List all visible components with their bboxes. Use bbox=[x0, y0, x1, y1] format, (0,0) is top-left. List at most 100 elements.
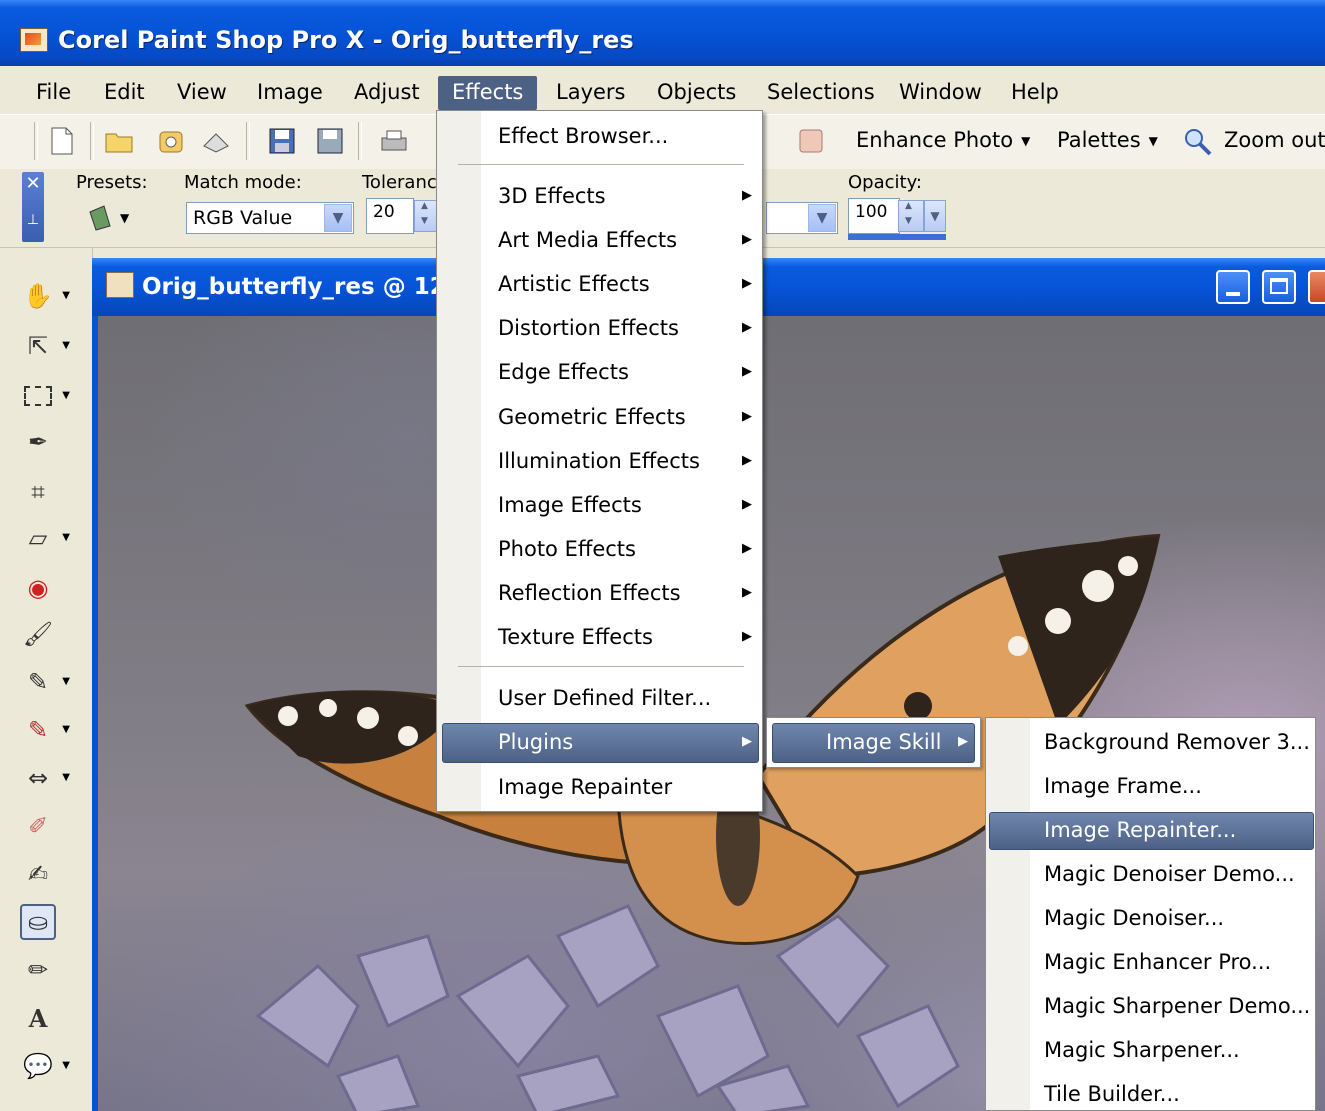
menu-item-image-repainter-plugin[interactable]: Image Repainter... bbox=[1044, 818, 1236, 842]
menu-item-effect-browser[interactable]: Effect Browser... bbox=[498, 124, 668, 148]
scan-icon[interactable] bbox=[200, 126, 232, 156]
menu-item-artistic-effects[interactable]: Artistic Effects bbox=[498, 272, 650, 296]
close-button[interactable] bbox=[1308, 270, 1325, 304]
zoom-out-icon[interactable] bbox=[1182, 126, 1214, 156]
crop-tool[interactable]: ⌗ bbox=[20, 474, 56, 510]
menu-item-magic-denoiser[interactable]: Magic Denoiser... bbox=[1044, 906, 1224, 930]
hand-icon: ✋ bbox=[23, 282, 53, 310]
presets-dropdown[interactable]: ▼ bbox=[86, 200, 132, 234]
menu-adjust[interactable]: Adjust bbox=[340, 76, 434, 110]
menu-file[interactable]: File bbox=[22, 76, 85, 110]
clone-tool[interactable]: ✎ ▼ bbox=[20, 664, 70, 700]
maximize-button[interactable] bbox=[1262, 270, 1296, 304]
tolerance-input[interactable]: 20 bbox=[366, 198, 414, 234]
red-eye-tool[interactable]: ◉ bbox=[20, 570, 56, 606]
palettes-menu[interactable]: Palettes ▼ bbox=[1057, 128, 1158, 152]
opacity-slider[interactable] bbox=[848, 234, 946, 240]
menu-item-art-media-effects[interactable]: Art Media Effects bbox=[498, 228, 677, 252]
crop-icon: ⌗ bbox=[31, 478, 45, 506]
menu-item-plugins-highlight[interactable] bbox=[442, 723, 759, 763]
menu-item-texture-effects[interactable]: Texture Effects bbox=[498, 625, 653, 649]
menu-item-image-skill[interactable]: Image Skill bbox=[826, 730, 941, 754]
zoom-out-label[interactable]: Zoom out bbox=[1224, 128, 1325, 152]
paint-brush-tool[interactable]: ✎ ▼ bbox=[20, 712, 70, 748]
makeover-icon: 🖌 bbox=[22, 620, 54, 648]
menu-help[interactable]: Help bbox=[997, 76, 1073, 110]
enhance-photo-menu[interactable]: Enhance Photo ▼ bbox=[856, 128, 1030, 152]
menu-item-distortion-effects[interactable]: Distortion Effects bbox=[498, 316, 679, 340]
makeover-tool[interactable]: 🖌 bbox=[20, 616, 56, 652]
menu-item-tile-builder[interactable]: Tile Builder... bbox=[1044, 1082, 1180, 1106]
pick-tool[interactable]: ⇱ ▼ bbox=[20, 328, 70, 364]
menu-item-magic-denoiser-demo[interactable]: Magic Denoiser Demo... bbox=[1044, 862, 1295, 886]
dodge-tool[interactable]: ⇔ ▼ bbox=[20, 760, 70, 796]
eyedropper-icon: ✒ bbox=[27, 428, 49, 456]
selection-tool[interactable]: ▼ bbox=[20, 378, 70, 414]
menu-objects[interactable]: Objects bbox=[643, 76, 750, 110]
browse-icon[interactable] bbox=[156, 126, 188, 156]
minimize-button[interactable] bbox=[1216, 270, 1250, 304]
menu-edit[interactable]: Edit bbox=[90, 76, 159, 110]
menu-item-user-defined-filter[interactable]: User Defined Filter... bbox=[498, 686, 711, 710]
palette-close-pin[interactable]: ✕ ⊥ bbox=[22, 172, 44, 242]
submenu-arrow-icon: ▶ bbox=[742, 585, 752, 600]
flood-fill-tool[interactable]: ⛀ bbox=[20, 904, 56, 940]
menu-item-magic-sharpener[interactable]: Magic Sharpener... bbox=[1044, 1038, 1240, 1062]
match-mode-value: RGB Value bbox=[193, 207, 293, 229]
pin-icon[interactable]: ⊥ bbox=[22, 212, 44, 228]
menu-item-magic-sharpener-demo[interactable]: Magic Sharpener Demo... bbox=[1044, 994, 1310, 1018]
menu-item-3d-effects[interactable]: 3D Effects bbox=[498, 184, 606, 208]
dropdown-arrow-icon: ▼ bbox=[62, 390, 70, 401]
fill-bucket-icon: ▼ bbox=[89, 205, 130, 231]
menu-item-image-frame[interactable]: Image Frame... bbox=[1044, 774, 1202, 798]
menu-item-geometric-effects[interactable]: Geometric Effects bbox=[498, 405, 686, 429]
menu-item-reflection-effects[interactable]: Reflection Effects bbox=[498, 581, 681, 605]
toolbar-separator bbox=[358, 122, 362, 160]
blend-mode-select[interactable]: ▼ bbox=[766, 202, 838, 234]
straighten-tool[interactable]: ▱ ▼ bbox=[20, 520, 70, 556]
dropdown-arrow-icon: ▼ bbox=[62, 340, 70, 351]
print-icon[interactable] bbox=[378, 126, 410, 156]
text-tool[interactable]: A bbox=[20, 1000, 56, 1036]
enhance-photo-icon[interactable] bbox=[796, 126, 828, 156]
submenu-arrow-icon: ▶ bbox=[742, 453, 752, 468]
menu-item-photo-effects[interactable]: Photo Effects bbox=[498, 537, 636, 561]
opacity-input[interactable]: 100 bbox=[848, 198, 900, 234]
shape-tool[interactable]: 💬 ▼ bbox=[20, 1048, 70, 1084]
submenu-arrow-icon: ▶ bbox=[742, 409, 752, 424]
submenu-arrow-icon: ▶ bbox=[742, 276, 752, 291]
menu-item-image-effects[interactable]: Image Effects bbox=[498, 493, 642, 517]
match-mode-select[interactable]: RGB Value ▼ bbox=[186, 202, 354, 234]
chevron-down-icon[interactable]: ▼ bbox=[324, 204, 352, 232]
new-file-icon[interactable] bbox=[46, 126, 78, 156]
menu-item-plugins[interactable]: Plugins bbox=[498, 730, 573, 754]
tolerance-label: Toleranc bbox=[362, 172, 437, 193]
picture-tube-icon: ✍ bbox=[27, 860, 49, 888]
save-icon[interactable] bbox=[266, 126, 298, 156]
menu-item-image-repainter[interactable]: Image Repainter bbox=[498, 775, 672, 799]
open-folder-icon[interactable] bbox=[104, 126, 136, 156]
menu-item-magic-enhancer-pro[interactable]: Magic Enhancer Pro... bbox=[1044, 950, 1271, 974]
dropdown-arrow-icon: ▼ bbox=[62, 772, 70, 783]
close-icon[interactable]: ✕ bbox=[22, 172, 44, 196]
menu-item-illumination-effects[interactable]: Illumination Effects bbox=[498, 449, 700, 473]
menu-item-background-remover[interactable]: Background Remover 3... bbox=[1044, 730, 1310, 754]
save-as-icon[interactable] bbox=[314, 126, 346, 156]
pen-tool[interactable]: ✏ bbox=[20, 952, 56, 988]
picture-tube-tool[interactable]: ✍ bbox=[20, 856, 56, 892]
opacity-label: Opacity: bbox=[848, 172, 922, 193]
eraser-tool[interactable]: ✐ bbox=[20, 808, 56, 844]
menu-view[interactable]: View bbox=[163, 76, 241, 110]
pan-tool[interactable]: ✋ ▼ bbox=[20, 278, 70, 314]
chevron-down-icon[interactable]: ▼ bbox=[808, 204, 836, 232]
menu-layers[interactable]: Layers bbox=[542, 76, 640, 110]
menu-item-edge-effects[interactable]: Edge Effects bbox=[498, 360, 629, 384]
menu-effects[interactable]: Effects bbox=[438, 76, 538, 110]
menu-window[interactable]: Window bbox=[885, 76, 996, 110]
pen-icon: ✏ bbox=[27, 956, 49, 984]
dropper-tool[interactable]: ✒ bbox=[20, 424, 56, 460]
menu-image[interactable]: Image bbox=[243, 76, 337, 110]
menu-selections[interactable]: Selections bbox=[753, 76, 889, 110]
opacity-spinner[interactable] bbox=[898, 200, 924, 232]
chevron-down-icon[interactable]: ▼ bbox=[924, 200, 946, 232]
